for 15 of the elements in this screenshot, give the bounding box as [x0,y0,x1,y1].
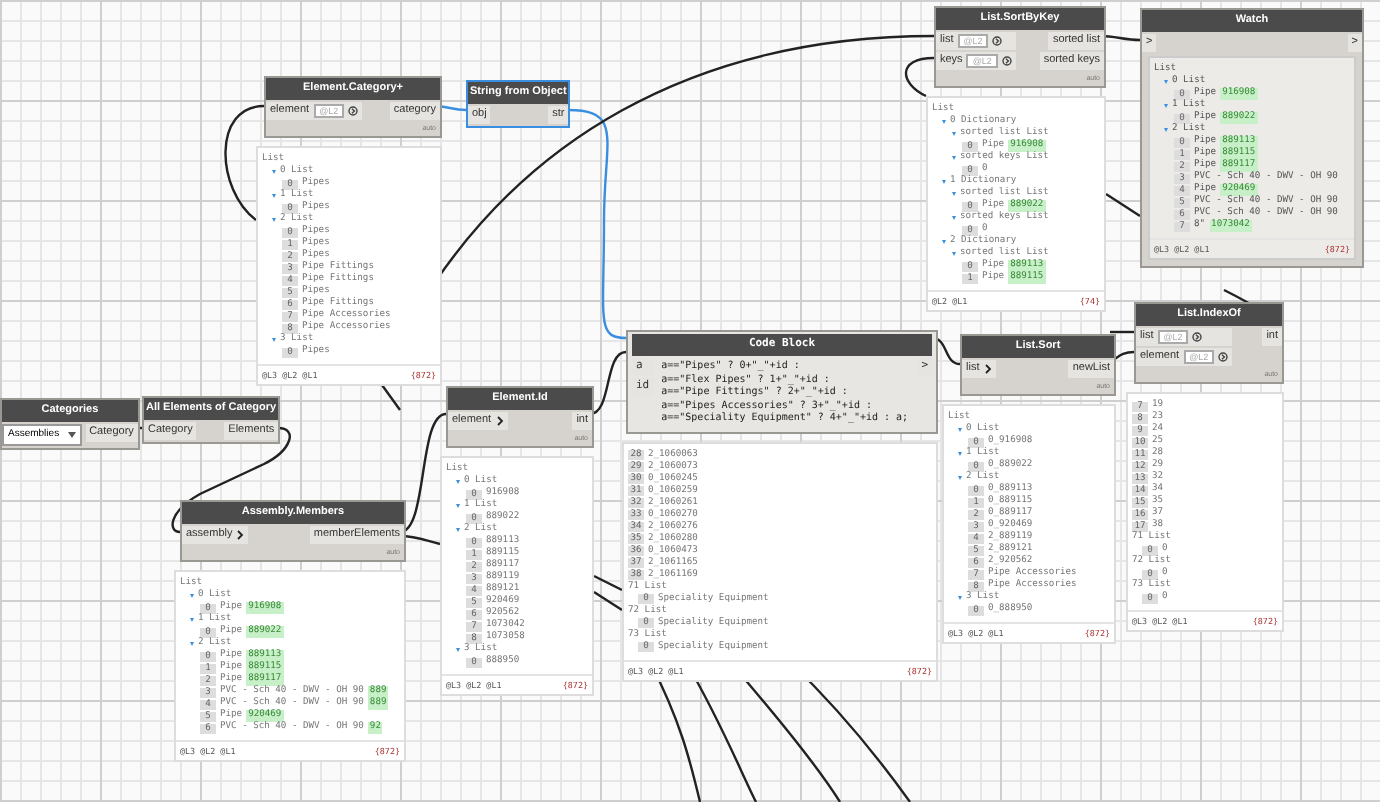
caret-icon [67,432,76,438]
connector-wire [593,591,623,611]
chevron-icon [983,364,992,374]
chevron-icon [495,416,504,426]
toggle-icon [348,106,359,116]
node-card[interactable] [1140,8,1364,268]
chevron-icon [236,530,245,540]
connector-wire [224,104,265,221]
connector-wire [1110,330,1134,334]
connector-wire [593,574,623,592]
connector-wire [1105,193,1141,217]
toggle-icon [1218,352,1229,362]
toggle-icon [1192,332,1203,342]
toggle-icon [1001,56,1012,66]
toggle-icon [992,36,1003,46]
